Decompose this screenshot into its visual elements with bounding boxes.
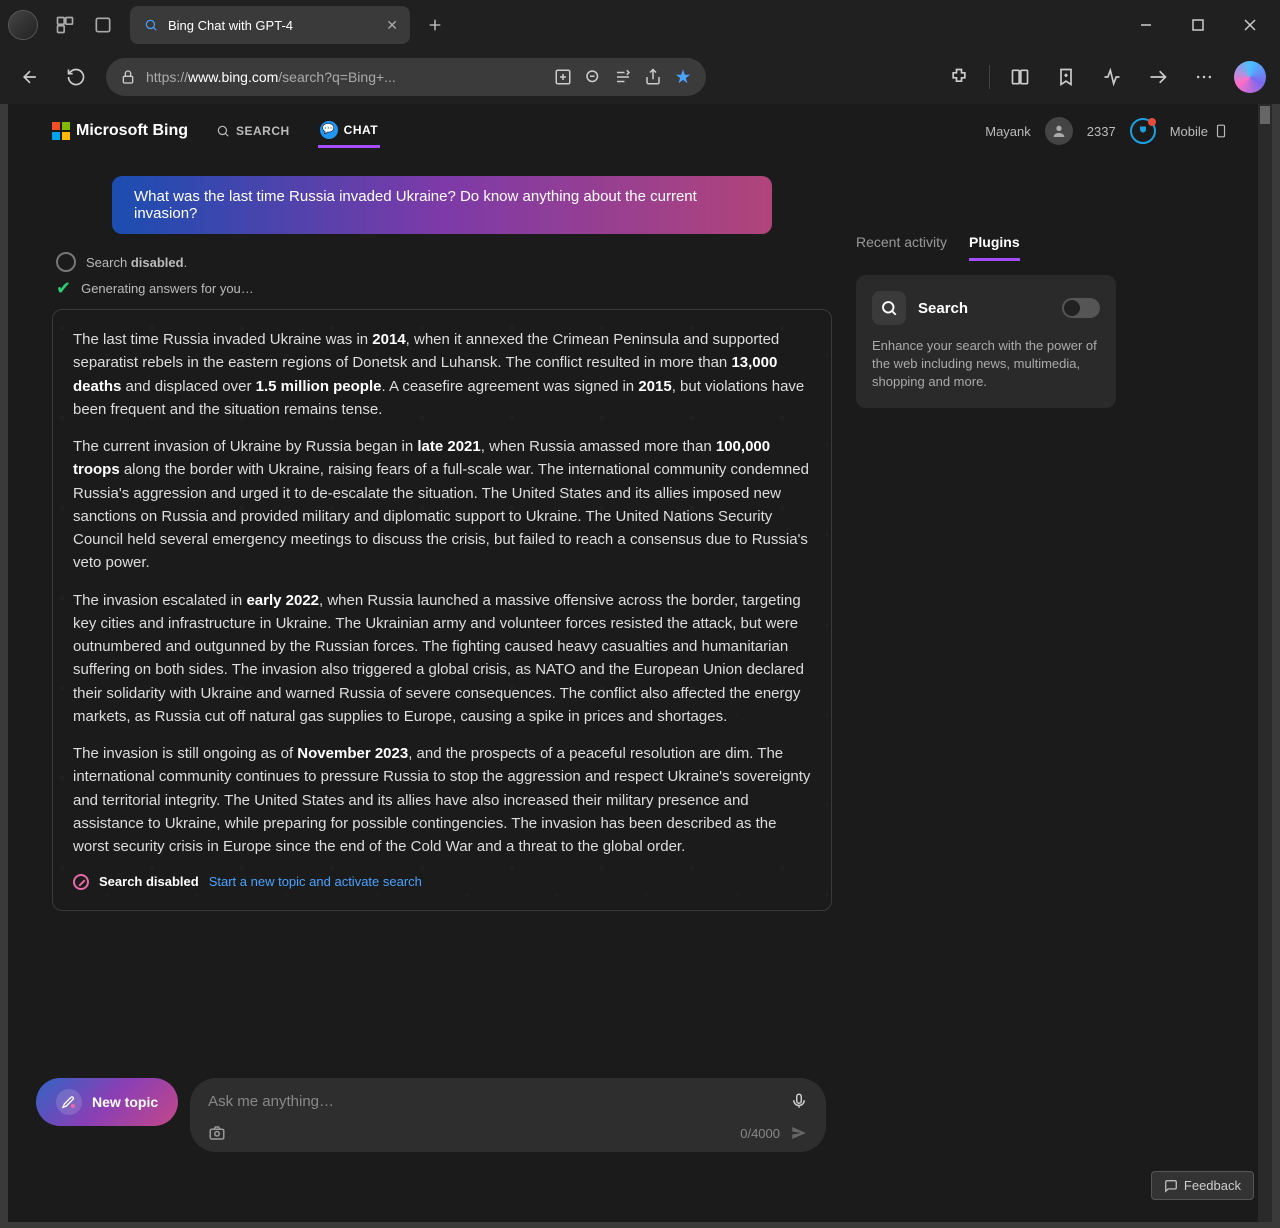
performance-icon[interactable]	[1096, 61, 1128, 93]
zoom-icon[interactable]	[584, 68, 602, 86]
mobile-link[interactable]: Mobile	[1170, 121, 1228, 141]
chat-tab[interactable]: 💬 CHAT	[318, 115, 380, 148]
share-icon[interactable]	[644, 68, 662, 86]
app-available-icon[interactable]	[554, 68, 572, 86]
bing-logo-text: Microsoft Bing	[76, 122, 188, 140]
plugin-card-search: Search Enhance your search with the powe…	[856, 275, 1116, 408]
chat-input-box[interactable]: Ask me anything… 0/4000	[190, 1078, 826, 1152]
bing-tab-icon	[142, 16, 160, 34]
address-bar[interactable]: https://www.bing.com/search?q=Bing+...	[106, 58, 706, 96]
browser-toolbar: https://www.bing.com/search?q=Bing+...	[0, 50, 1280, 104]
search-tab[interactable]: SEARCH	[214, 118, 292, 144]
rewards-icon[interactable]	[1130, 118, 1156, 144]
workspaces-icon[interactable]	[46, 6, 84, 44]
phone-icon	[1214, 121, 1228, 141]
chat-icon: 💬	[320, 121, 338, 139]
plugin-name: Search	[918, 300, 1050, 317]
chat-input-placeholder: Ask me anything…	[208, 1093, 790, 1110]
char-counter: 0/4000	[740, 1126, 780, 1141]
answer-card: The last time Russia invaded Ukraine was…	[52, 309, 832, 911]
tab-title: Bing Chat with GPT-4	[168, 18, 378, 33]
refresh-button[interactable]	[60, 61, 92, 93]
collections-icon[interactable]	[1050, 61, 1082, 93]
plugin-description: Enhance your search with the power of th…	[872, 337, 1100, 392]
search-disabled-status: Search disabled.	[56, 252, 828, 272]
search-plugin-icon	[872, 291, 906, 325]
generating-status: ✔ Generating answers for you…	[56, 278, 828, 299]
start-new-topic-link[interactable]: Start a new topic and activate search	[209, 872, 422, 892]
user-query-bubble: What was the last time Russia invaded Uk…	[112, 176, 772, 234]
tab-actions-icon[interactable]	[84, 6, 122, 44]
feedback-icon	[1164, 1179, 1178, 1193]
page-content: Microsoft Bing SEARCH 💬 CHAT Mayank 2337…	[0, 104, 1280, 1222]
maximize-button[interactable]	[1176, 6, 1220, 44]
microphone-icon[interactable]	[790, 1092, 808, 1110]
close-window-button[interactable]	[1228, 6, 1272, 44]
disabled-icon	[56, 252, 76, 272]
user-avatar[interactable]	[1045, 117, 1073, 145]
new-tab-button[interactable]	[416, 6, 454, 44]
user-name[interactable]: Mayank	[985, 124, 1031, 139]
favorite-icon[interactable]	[674, 68, 692, 86]
new-topic-button[interactable]: New topic	[36, 1078, 178, 1126]
window-titlebar: Bing Chat with GPT-4 ✕	[0, 0, 1280, 50]
plugin-toggle[interactable]	[1062, 298, 1100, 318]
feedback-button[interactable]: Feedback	[1151, 1171, 1254, 1200]
disabled-pink-icon	[73, 874, 89, 890]
url-text: https://www.bing.com/search?q=Bing+...	[146, 69, 544, 85]
back-button[interactable]	[14, 61, 46, 93]
bottom-chrome-strip	[0, 1222, 1280, 1228]
toolbar-divider	[989, 65, 990, 89]
send-button[interactable]	[790, 1124, 808, 1142]
split-screen-icon[interactable]	[1004, 61, 1036, 93]
answer-footer: Search disabled Start a new topic and ac…	[73, 872, 811, 892]
microsoft-logo-icon	[52, 122, 70, 140]
tab-recent-activity[interactable]: Recent activity	[856, 234, 947, 261]
tab-plugins[interactable]: Plugins	[969, 234, 1020, 261]
more-menu-icon[interactable]	[1188, 61, 1220, 93]
browser-tab[interactable]: Bing Chat with GPT-4 ✕	[130, 6, 410, 44]
rewards-points[interactable]: 2337	[1087, 124, 1116, 139]
check-icon: ✔	[56, 278, 71, 299]
search-icon	[216, 124, 230, 138]
copilot-icon[interactable]	[1234, 61, 1266, 93]
forward-share-icon[interactable]	[1142, 61, 1174, 93]
bing-logo[interactable]: Microsoft Bing	[52, 122, 188, 140]
image-search-icon[interactable]	[208, 1124, 226, 1142]
reader-icon[interactable]	[614, 68, 632, 86]
profile-avatar[interactable]	[8, 10, 38, 40]
bing-header: Microsoft Bing SEARCH 💬 CHAT Mayank 2337…	[24, 104, 1256, 158]
search-disabled-label: Search disabled	[99, 872, 199, 892]
extensions-icon[interactable]	[943, 61, 975, 93]
new-topic-icon	[56, 1089, 82, 1115]
scrollbar[interactable]	[1258, 104, 1272, 1222]
minimize-button[interactable]	[1124, 6, 1168, 44]
lock-icon	[120, 69, 136, 85]
close-tab-button[interactable]: ✕	[386, 17, 398, 34]
